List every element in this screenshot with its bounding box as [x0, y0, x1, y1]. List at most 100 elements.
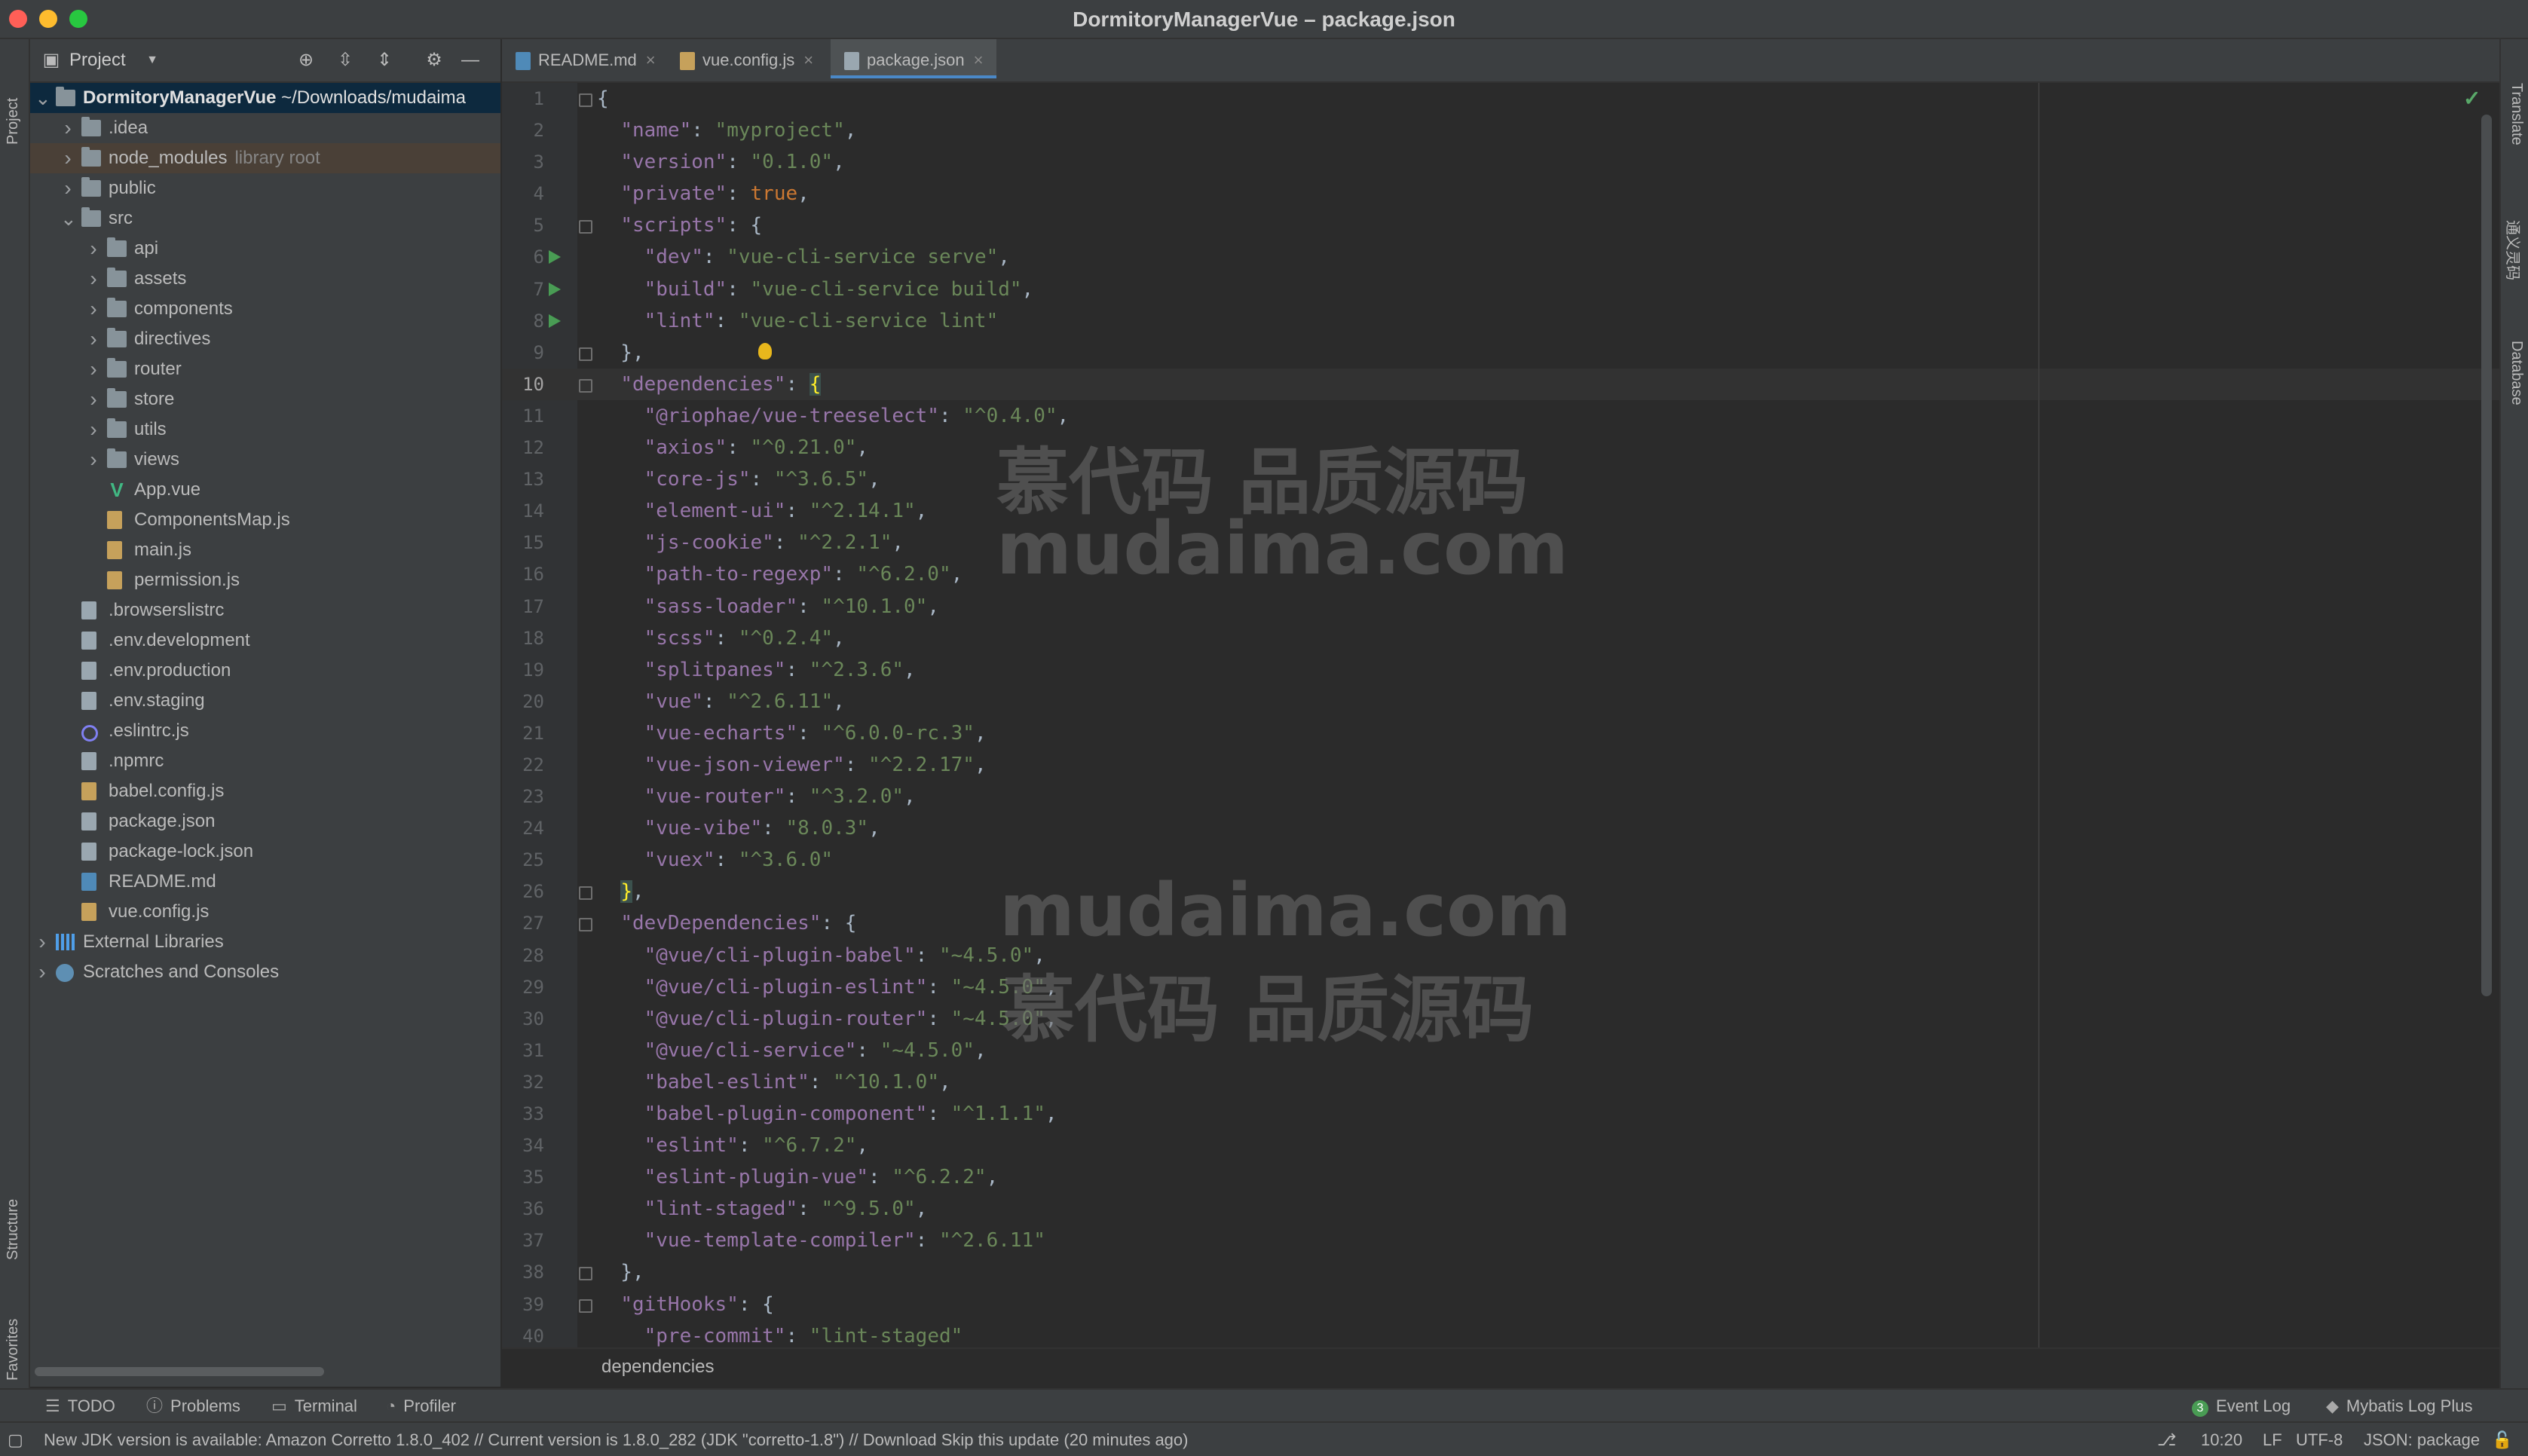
close-icon[interactable]: ×: [803, 50, 813, 69]
code-line[interactable]: 2 "name": "myproject",: [502, 115, 2499, 146]
vertical-scrollbar[interactable]: [2481, 115, 2492, 996]
fold-marker-icon[interactable]: [579, 378, 592, 393]
favorites-tool-window-button[interactable]: Favorites: [5, 1319, 22, 1381]
run-script-icon[interactable]: [549, 282, 561, 296]
status-message[interactable]: New JDK version is available: Amazon Cor…: [44, 1430, 1188, 1450]
chevron-right-icon[interactable]: ›: [60, 113, 75, 143]
todo-tool-button[interactable]: ☰ TODO: [45, 1396, 115, 1417]
database-tool-window-button[interactable]: Database: [2508, 341, 2525, 405]
mybatis-log-button[interactable]: ◆ Mybatis Log Plus: [2326, 1396, 2472, 1417]
lock-icon[interactable]: 🔓: [2492, 1430, 2512, 1450]
intention-bulb-icon[interactable]: [758, 342, 772, 359]
code-line[interactable]: 33 "babel-plugin-component": "^1.1.1",: [502, 1098, 2499, 1130]
tab-package-json[interactable]: package.json ×: [831, 39, 996, 78]
chevron-right-icon[interactable]: ›: [86, 294, 101, 324]
code-line[interactable]: 24 "vue-vibe": "8.0.3",: [502, 812, 2499, 844]
chevron-right-icon[interactable]: ›: [60, 143, 75, 173]
code-line[interactable]: 10 "dependencies": {: [502, 368, 2499, 400]
tongyi-tool-window-button[interactable]: 通义灵码: [2503, 220, 2525, 280]
tree-item[interactable]: main.js: [30, 535, 500, 565]
fold-marker-icon[interactable]: [579, 918, 592, 932]
chevron-right-icon[interactable]: ›: [60, 173, 75, 203]
structure-tool-window-button[interactable]: Structure: [5, 1199, 22, 1260]
chevron-right-icon[interactable]: ›: [86, 384, 101, 414]
layout-toggle-icon[interactable]: ▢: [8, 1430, 23, 1450]
fold-marker-icon[interactable]: [579, 220, 592, 234]
chevron-right-icon[interactable]: ›: [35, 957, 50, 987]
tree-item[interactable]: .env.staging: [30, 686, 500, 716]
code-line[interactable]: 9 },: [502, 337, 2499, 369]
tree-item[interactable]: › Scratches and Consoles: [30, 957, 500, 987]
tree-item[interactable]: .env.production: [30, 656, 500, 686]
git-icon[interactable]: ⎇: [2157, 1430, 2176, 1450]
tab-readme-md[interactable]: README.md ×: [502, 39, 663, 81]
code-line[interactable]: 1{: [502, 83, 2499, 115]
code-line[interactable]: 19 "splitpanes": "^2.3.6",: [502, 654, 2499, 686]
code-line[interactable]: 21 "vue-echarts": "^6.0.0-rc.3",: [502, 717, 2499, 749]
run-script-icon[interactable]: [549, 250, 561, 265]
problems-tool-button[interactable]: ⓘ Problems: [146, 1396, 240, 1417]
chevron-right-icon[interactable]: ›: [86, 445, 101, 475]
tree-item[interactable]: › router: [30, 354, 500, 384]
fold-marker-icon[interactable]: [579, 1298, 592, 1313]
tree-item[interactable]: › External Libraries: [30, 927, 500, 957]
tree-item[interactable]: ComponentsMap.js: [30, 505, 500, 535]
chevron-right-icon[interactable]: ›: [86, 324, 101, 354]
chevron-down-icon[interactable]: ⌄: [60, 203, 77, 234]
tree-item[interactable]: package.json: [30, 806, 500, 837]
code-line[interactable]: 39 "gitHooks": {: [502, 1289, 2499, 1320]
chevron-right-icon[interactable]: ›: [86, 264, 101, 294]
line-separator[interactable]: LF: [2263, 1430, 2282, 1450]
tree-item[interactable]: › directives: [30, 324, 500, 354]
code-line[interactable]: 20 "vue": "^2.6.11",: [502, 686, 2499, 717]
tree-item[interactable]: vue.config.js: [30, 897, 500, 927]
locate-file-icon[interactable]: ⊕: [295, 50, 317, 71]
event-log-button[interactable]: 3 Event Log: [2192, 1396, 2291, 1417]
no-problems-check-icon[interactable]: ✓: [2463, 86, 2481, 111]
fold-marker-icon[interactable]: [579, 886, 592, 901]
code-line[interactable]: 22 "vue-json-viewer": "^2.2.17",: [502, 749, 2499, 781]
fold-marker-icon[interactable]: [579, 93, 592, 107]
tree-item[interactable]: .npmrc: [30, 746, 500, 776]
tree-item[interactable]: ⌄ DormitoryManagerVue ~/Downloads/mudaima: [30, 83, 500, 113]
chevron-down-icon[interactable]: ⌄: [35, 83, 51, 113]
code-line[interactable]: 34 "eslint": "^6.7.2",: [502, 1130, 2499, 1161]
tree-item[interactable]: › components: [30, 294, 500, 324]
tree-item[interactable]: › public: [30, 173, 500, 203]
fold-marker-icon[interactable]: [579, 1267, 592, 1281]
tree-item[interactable]: .env.development: [30, 626, 500, 656]
fold-marker-icon[interactable]: [579, 347, 592, 361]
tree-item[interactable]: permission.js: [30, 565, 500, 595]
chevron-right-icon[interactable]: ›: [35, 927, 50, 957]
run-script-icon[interactable]: [549, 314, 561, 328]
tree-item[interactable]: README.md: [30, 867, 500, 897]
caret-position[interactable]: 10:20: [2201, 1430, 2242, 1450]
code-line[interactable]: 17 "sass-loader": "^10.1.0",: [502, 591, 2499, 622]
code-view[interactable]: 1{2 "name": "myproject", 3 "version": "0.…: [502, 83, 2499, 1352]
file-encoding[interactable]: UTF-8: [2296, 1430, 2343, 1450]
tree-item[interactable]: › assets: [30, 264, 500, 294]
tree-item[interactable]: › views: [30, 445, 500, 475]
code-line[interactable]: 7 "build": "vue-cli-service build",: [502, 274, 2499, 305]
project-tool-window-button[interactable]: Project: [5, 98, 22, 145]
code-line[interactable]: 8 "lint": "vue-cli-service lint": [502, 305, 2499, 337]
tree-item[interactable]: › api: [30, 234, 500, 264]
code-line[interactable]: 32 "babel-eslint": "^10.1.0",: [502, 1066, 2499, 1098]
code-line[interactable]: 6 "dev": "vue-cli-service serve",: [502, 241, 2499, 273]
project-view-selector[interactable]: Project: [69, 50, 126, 71]
code-line[interactable]: 4 "private": true,: [502, 178, 2499, 210]
close-icon[interactable]: ×: [974, 50, 984, 69]
translate-tool-window-button[interactable]: Translate: [2508, 83, 2525, 145]
tree-item[interactable]: › utils: [30, 414, 500, 445]
chevron-right-icon[interactable]: ›: [86, 414, 101, 445]
code-line[interactable]: 36 "lint-staged": "^9.5.0",: [502, 1193, 2499, 1225]
profiler-tool-button[interactable]: ◔ Profiler: [386, 1396, 456, 1417]
horizontal-scrollbar[interactable]: [35, 1367, 324, 1376]
tree-item[interactable]: ⌄ src: [30, 203, 500, 234]
terminal-tool-button[interactable]: ▭ Terminal: [271, 1396, 357, 1417]
code-line[interactable]: 23 "vue-router": "^3.2.0",: [502, 781, 2499, 812]
tree-item[interactable]: babel.config.js: [30, 776, 500, 806]
code-line[interactable]: 3 "version": "0.1.0",: [502, 146, 2499, 178]
code-line[interactable]: 5 "scripts": {: [502, 210, 2499, 241]
tree-item[interactable]: V App.vue: [30, 475, 500, 505]
